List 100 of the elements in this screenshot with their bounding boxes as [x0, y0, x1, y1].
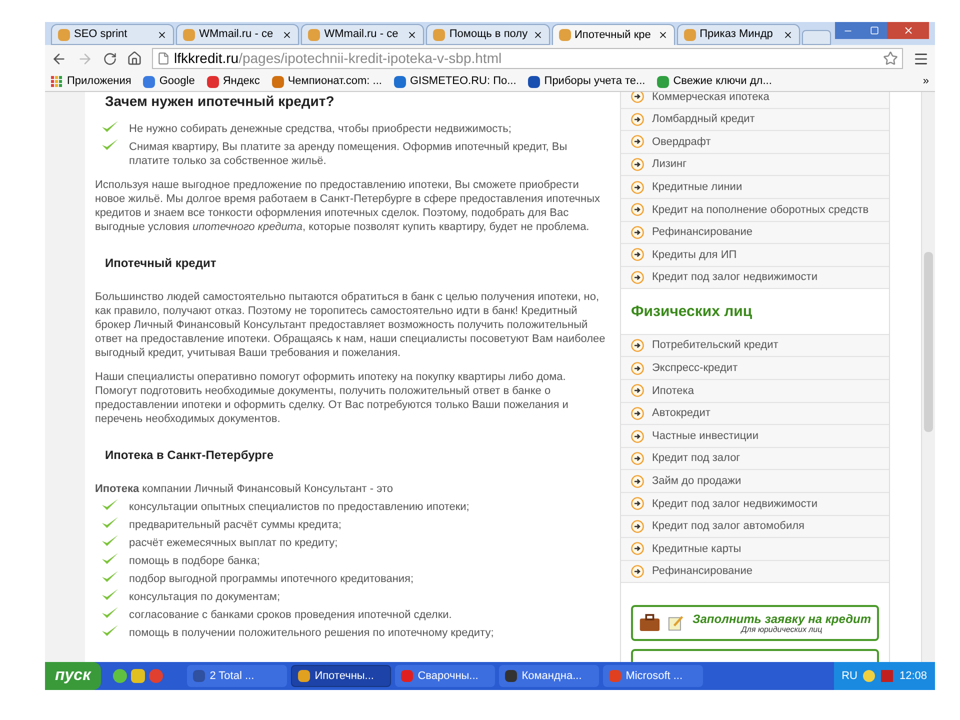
favicon-icon	[684, 28, 696, 40]
checkmark-icon	[101, 534, 119, 548]
taskbar-button[interactable]: Microsoft ...	[602, 665, 703, 687]
close-icon[interactable]	[532, 30, 542, 40]
tab-title: SEO sprint	[74, 27, 128, 42]
paragraph: Ипотека компании Личный Финансовый Консультант - это	[95, 482, 394, 496]
sidebar-link[interactable]: Коммерческая ипотека	[621, 92, 889, 109]
checkmark-icon	[101, 624, 119, 638]
paragraph: Используя наше выгодное предложение по предоставлению ипотеки, Вы сможете приобрести новое жильё. Мы долгое время работаем в Санкт-Петербурге в сфере предоставления ипотечных кредитов и знаем все тонкости оформления ипотечных сделок. Поэтому, подобрать для Вас выгодные условия ипотечного кредита, которые позволят купить квартиру, будет не проблема.	[95, 178, 602, 234]
browser-tab[interactable]: Приказ Миндр	[676, 24, 800, 45]
sidebar-link[interactable]: Кредит под залог недвижимости	[621, 266, 889, 290]
bookmark-link[interactable]: GISMETEO.RU: По...	[394, 73, 516, 90]
sidebar-link[interactable]: Кредиты для ИП	[621, 244, 889, 267]
sidebar-link[interactable]: Рефинансирование	[621, 222, 889, 244]
checklist-item: помощь в подборе банка;	[129, 554, 260, 568]
checklist-item: предварительный расчёт суммы кредита;	[129, 518, 342, 532]
sidebar-link[interactable]: Рефинансирование	[621, 560, 889, 584]
arrow-circle-icon	[631, 112, 644, 126]
favicon-icon	[433, 28, 446, 40]
sidebar-link[interactable]: Ломбардный кредит	[621, 108, 889, 132]
checkmark-icon	[101, 120, 119, 134]
new-tab-button[interactable]	[802, 30, 832, 45]
app-icon	[192, 670, 205, 682]
close-button[interactable]	[887, 22, 930, 39]
maximize-icon	[870, 26, 879, 35]
taskbar-button[interactable]: 2 Total ...	[186, 665, 287, 687]
bookmark-link[interactable]: Яндекс	[206, 73, 260, 90]
bookmark-star-icon[interactable]	[883, 51, 898, 66]
sidebar-link[interactable]: Кредит на пополнение оборотных средств	[621, 198, 889, 222]
address-field[interactable]: lfkkredit.ru/pages/ipotechnii-kredit-ipoteka-v-sbp.html	[152, 48, 903, 69]
quick-launch-icon[interactable]	[112, 669, 127, 683]
browser-tab[interactable]: WMmail.ru - се	[301, 24, 424, 45]
arrow-circle-icon	[631, 135, 644, 148]
sidebar-link[interactable]: Лизинг	[621, 154, 889, 176]
tab-title: WMmail.ru - се	[199, 27, 274, 42]
checklist-item: Снимая квартиру, Вы платите за аренду помещения. Оформив ипотечный кредит, Вы платите только за собственное жильё.	[129, 140, 568, 168]
arrow-circle-icon	[631, 339, 644, 352]
bookmark-link[interactable]: Приборы учета те...	[528, 73, 646, 90]
checklist-item: расчёт ежемесячных выплат по кредиту;	[129, 536, 338, 550]
arrow-circle-icon	[631, 565, 644, 578]
sidebar-link[interactable]: Овердрафт	[621, 131, 889, 154]
notepad-pencil-icon	[668, 614, 685, 632]
browser-tab[interactable]: SEO sprint	[51, 24, 174, 45]
checklist-item: подбор выгодной программы ипотечного кредитования;	[129, 572, 414, 586]
taskbar-button[interactable]: Ипотечны...	[290, 665, 391, 687]
page-icon	[157, 52, 170, 65]
taskbar-button[interactable]: Командна...	[498, 665, 599, 687]
app-icon	[608, 670, 621, 682]
reload-icon[interactable]	[103, 52, 117, 66]
checklist-item: согласование с банками сроков проведения ипотечной сделки.	[129, 608, 452, 622]
maximize-button[interactable]	[861, 22, 888, 39]
start-button[interactable]: пуск	[45, 662, 101, 690]
back-icon[interactable]	[51, 50, 67, 66]
sidebar-link[interactable]: Частные инвестиции	[621, 425, 889, 448]
home-icon[interactable]	[127, 51, 142, 66]
bookmark-link[interactable]: Свежие ключи дл...	[657, 73, 772, 90]
quick-launch-icon[interactable]	[130, 669, 145, 683]
menu-icon[interactable]	[913, 50, 929, 66]
sidebar-link[interactable]: Кредитные линии	[621, 176, 889, 199]
clock: 12:08	[899, 668, 927, 684]
favicon-icon	[183, 28, 196, 40]
sidebar-link[interactable]: Кредитные карты	[621, 538, 889, 561]
sidebar-link[interactable]: Кредит под залог автомобиля	[621, 516, 889, 538]
sidebar-link[interactable]: Займ до продажи	[621, 470, 889, 493]
bookmark-link[interactable]: Чемпионат.com: ...	[272, 73, 382, 90]
arrow-circle-icon	[631, 384, 644, 398]
close-icon[interactable]	[658, 30, 668, 40]
arrow-circle-icon	[631, 226, 644, 239]
close-icon[interactable]	[157, 30, 168, 40]
section-heading: Ипотека в Санкт-Петербурге	[104, 448, 275, 462]
sidebar-link[interactable]: Кредит под залог недвижимости	[621, 493, 889, 516]
more-bookmarks-button[interactable]: »	[922, 73, 929, 90]
browser-tab[interactable]: WMmail.ru - се	[176, 24, 300, 45]
sidebar-link[interactable]: Потребительский кредит	[621, 334, 889, 358]
sidebar-link[interactable]: Автокредит	[621, 402, 889, 426]
bookmark-link[interactable]: Приложения	[51, 73, 132, 90]
checkmark-icon	[101, 606, 119, 620]
sidebar-link[interactable]: Кредит под залог	[621, 448, 889, 470]
sidebar-link[interactable]: Экспресс-кредит	[621, 357, 889, 380]
tray-icon[interactable]	[863, 670, 876, 682]
sidebar-link[interactable]: Ипотека	[621, 380, 889, 403]
browser-tab[interactable]: Ипотечный кре	[552, 24, 675, 45]
apply-button[interactable]: Заполнить заявку на кредит Для юридических лиц	[631, 605, 879, 642]
checklist-item: Не нужно собирать денежные средства, чтобы приобрести недвижимость;	[129, 122, 512, 136]
scrollbar-thumb[interactable]	[924, 252, 933, 432]
bookmark-icon	[394, 76, 406, 88]
arrow-circle-icon	[631, 474, 644, 488]
close-icon[interactable]	[282, 30, 292, 40]
close-icon[interactable]	[782, 30, 793, 40]
close-icon[interactable]	[407, 30, 418, 40]
bookmark-link[interactable]: Google	[143, 73, 195, 90]
url-path: /pages/ipotechnii-kredit-ipoteka-v-sbp.html	[238, 49, 502, 68]
language-indicator[interactable]: RU	[842, 668, 858, 684]
section-heading: Ипотечный кредит	[104, 256, 218, 270]
arrow-circle-icon	[631, 362, 644, 375]
browser-tab[interactable]: Помощь в полу	[426, 24, 550, 45]
checklist-item: консультация по документам;	[129, 590, 280, 604]
taskbar-button[interactable]: Сварочны...	[394, 665, 495, 687]
arrow-circle-icon	[631, 158, 644, 172]
arrow-circle-icon	[631, 430, 644, 443]
